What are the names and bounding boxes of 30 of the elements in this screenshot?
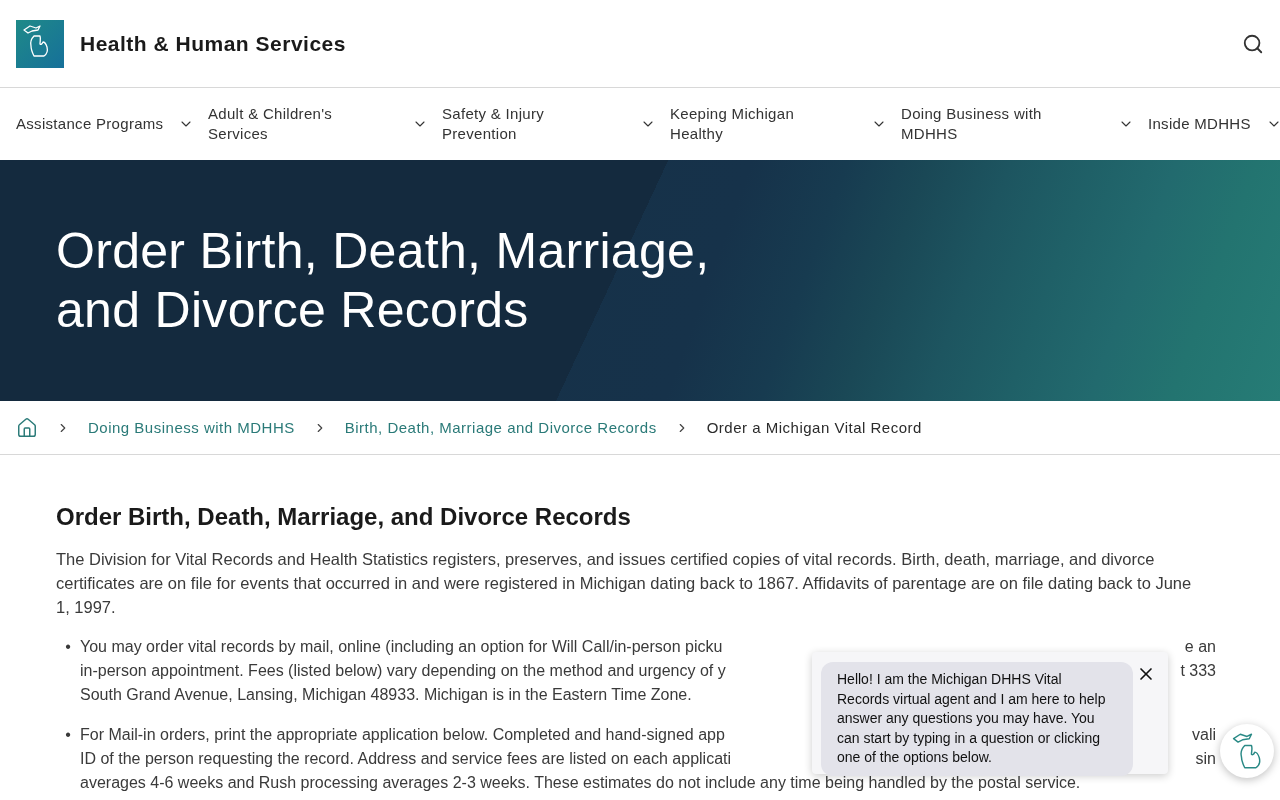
- bullet-text: For Mail-in orders, print the appropriate application below. Completed and hand-signed app: [80, 725, 725, 745]
- nav-menu-item[interactable]: Safety & Injury Prevention: [442, 104, 670, 144]
- chat-message: Hello! I am the Michigan DHHS Vital Records virtual agent and I am here to help answer any questions you may have. You can start by typing in a question or clicking one of the options below.: [821, 662, 1133, 776]
- nav-menu-item[interactable]: Assistance Programs: [16, 114, 208, 134]
- chat-launcher-button[interactable]: [1220, 724, 1274, 778]
- nav-menu-item[interactable]: Adult & Children's Services: [208, 104, 442, 144]
- michigan-logo-icon[interactable]: [16, 19, 64, 68]
- search-icon[interactable]: [1242, 32, 1264, 55]
- breadcrumb-current-page: Order a Michigan Vital Record: [706, 419, 922, 436]
- intro-paragraph: The Division for Vital Records and Health Statistics registers, preserves, and issues certified copies of vital records. Birth, death, marriage, and divorce certificates are on file for events that occurred in and were registered in Michigan dating back to 1867. Affidavits of parentage are on file dating back to June 1, 1997.: [56, 549, 1193, 618]
- bullet-text: t 333: [1180, 661, 1216, 681]
- hero-title: Order Birth, Death, Marriage, and Divorce Records: [56, 221, 711, 340]
- bullet-text: in-person appointment. Fees (listed below) vary depending on the method and urgency of y: [80, 661, 726, 681]
- site-title[interactable]: Health & Human Services: [80, 31, 1242, 56]
- section-heading: Order Birth, Death, Marriage, and Divorce Records: [56, 503, 632, 531]
- breadcrumb-link[interactable]: Doing Business with MDHHS: [88, 419, 295, 436]
- bullet-text: e an: [1184, 637, 1216, 657]
- nav-menu-item[interactable]: Keeping Michigan Healthy: [670, 104, 901, 144]
- bullet-text: averages 4-6 weeks and Rush processing averages 2-3 weeks. These estimates do not include any time being handled by the postal service.: [80, 773, 1081, 793]
- bullet-text: South Grand Avenue, Lansing, Michigan 48933. Michigan is in the Eastern Time Zone.: [80, 685, 692, 705]
- bullet-text: vali: [1192, 725, 1216, 745]
- bullet-text: sin: [1195, 749, 1216, 769]
- bullet-marker: •: [64, 725, 72, 745]
- nav-menu-item[interactable]: Inside MDHHS: [1148, 114, 1280, 134]
- bullet-text: ID of the person requesting the record. Address and service fees are listed on each applicati: [80, 749, 732, 769]
- breadcrumb-link[interactable]: Birth, Death, Marriage and Divorce Records: [344, 419, 657, 436]
- bullet-text: You may order vital records by mail, online (including an option for Will Call/in-person picku: [80, 637, 723, 657]
- home-icon[interactable]: [16, 416, 38, 439]
- nav-menu-item[interactable]: Doing Business with MDHHS: [901, 104, 1148, 144]
- bullet-marker: •: [64, 637, 72, 657]
